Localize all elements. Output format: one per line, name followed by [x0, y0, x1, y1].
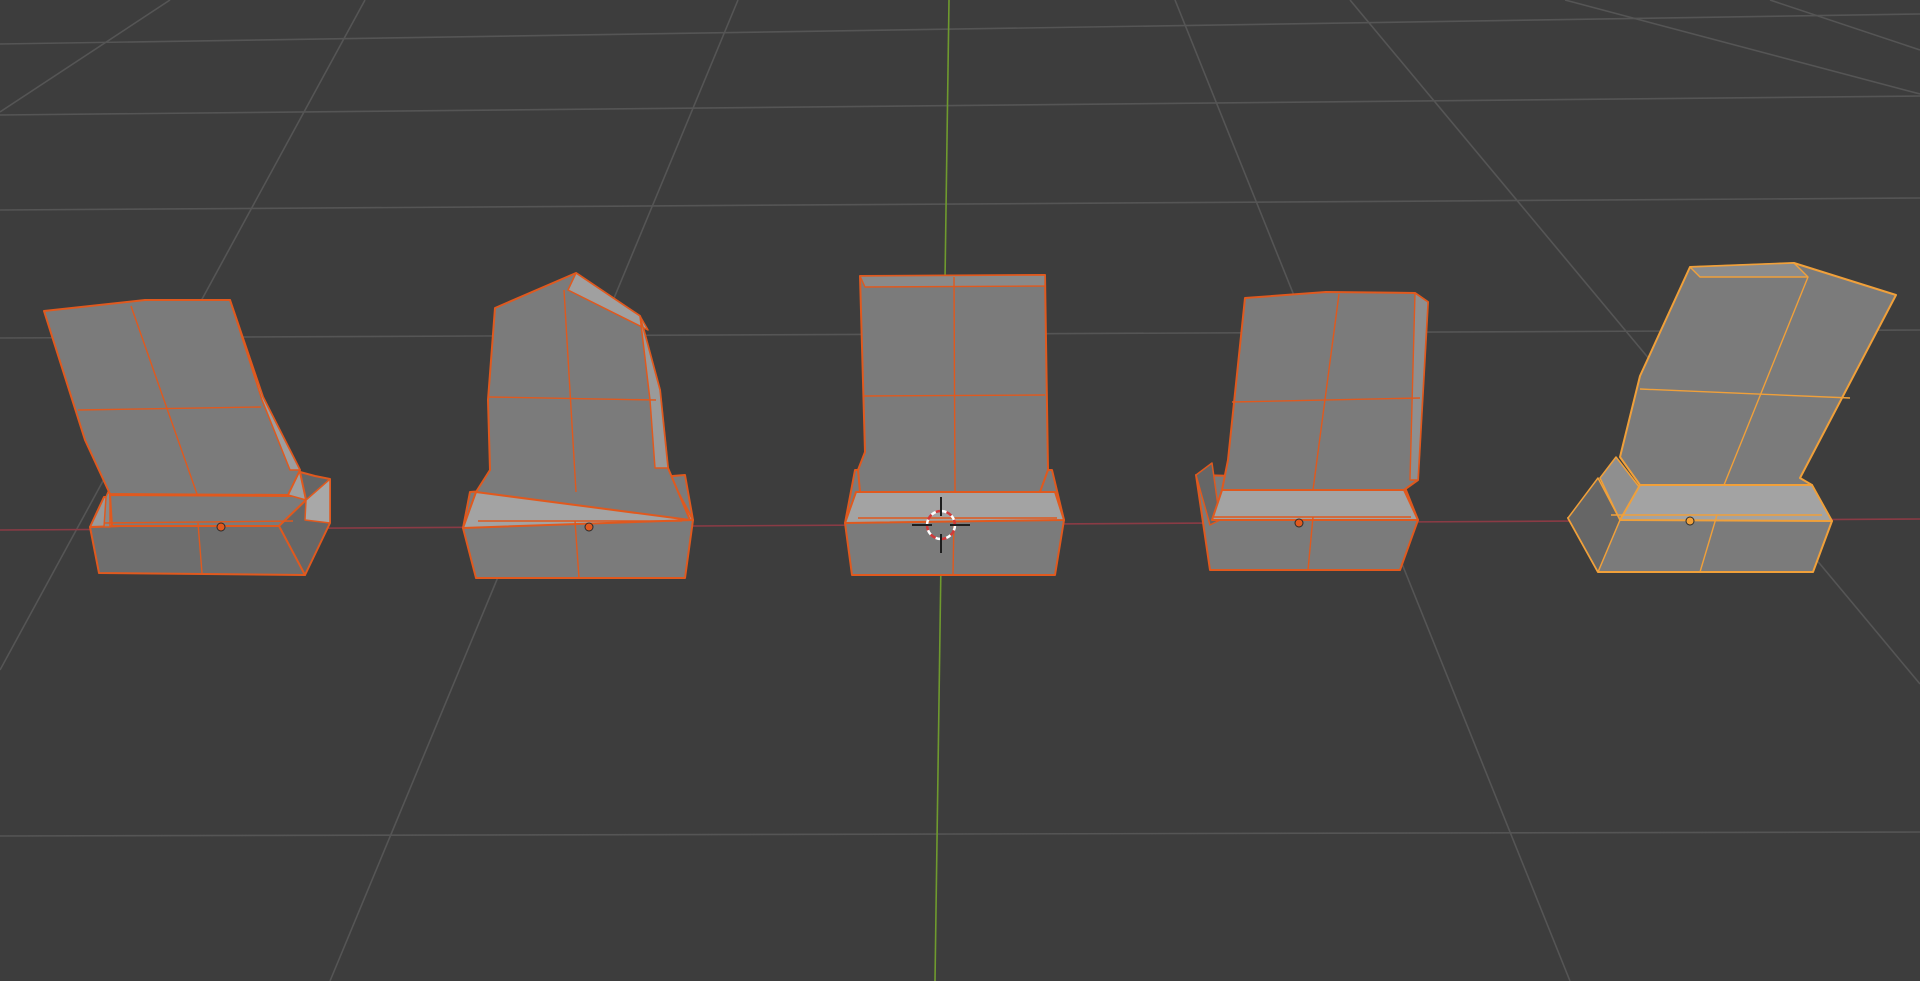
- object-origin-icon[interactable]: [1685, 516, 1695, 526]
- tombstone-5[interactable]: [1567, 262, 1897, 573]
- object-origin-icon[interactable]: [584, 522, 594, 532]
- tombstone-3[interactable]: [844, 274, 1065, 576]
- tombstone-2[interactable]: [462, 272, 694, 579]
- object-origin-icon[interactable]: [1294, 518, 1304, 528]
- object-origin-icon[interactable]: [216, 522, 226, 532]
- tombstone-1[interactable]: [43, 299, 331, 576]
- viewport-canvas[interactable]: [0, 0, 1920, 981]
- 3d-viewport[interactable]: [0, 0, 1920, 981]
- tombstone-4[interactable]: [1195, 291, 1429, 571]
